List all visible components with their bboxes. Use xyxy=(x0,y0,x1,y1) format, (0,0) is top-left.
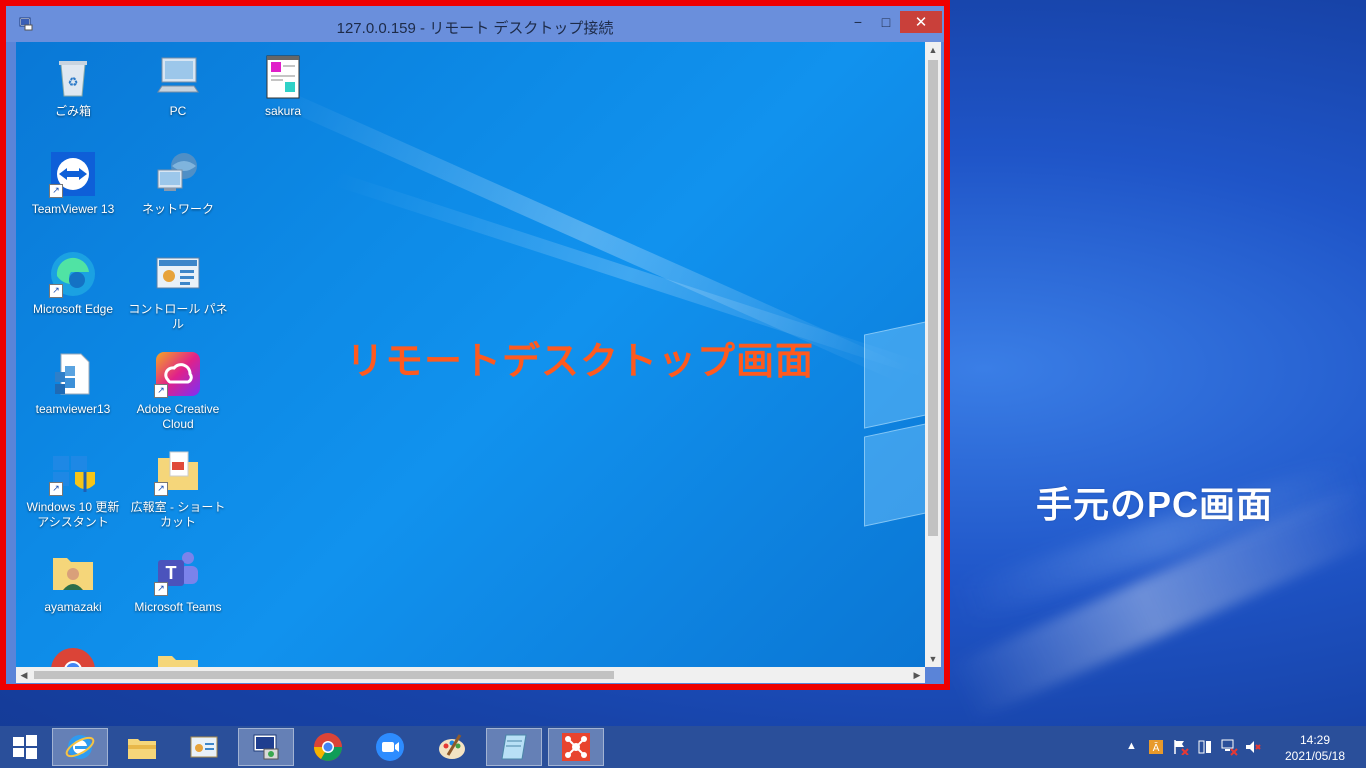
rdp-window-title: 127.0.0.159 - リモート デスクトップ接続 xyxy=(336,20,614,37)
desktop-icon-teamviewer-installer[interactable]: teamviewer13 xyxy=(21,350,125,417)
clock-date: 2021/05/18 xyxy=(1284,749,1346,763)
network-status-icon[interactable] xyxy=(1220,738,1238,756)
installer-icon xyxy=(49,350,97,398)
taskbar-control-panel[interactable] xyxy=(176,728,232,766)
chrome-icon xyxy=(49,646,97,667)
taskbar-xmind[interactable] xyxy=(548,728,604,766)
user-folder-icon xyxy=(49,548,97,596)
taskbar-zoom[interactable] xyxy=(362,728,418,766)
sakura-editor-icon xyxy=(259,52,307,100)
desktop-icon-network[interactable]: ネットワーク xyxy=(126,150,230,217)
rdp-titlebar[interactable]: 127.0.0.159 - リモート デスクトップ接続 − □ ✕ xyxy=(6,6,944,42)
paint-palette-icon xyxy=(439,734,465,759)
taskbar-internet-explorer[interactable] xyxy=(52,728,108,766)
local-screen-annotation: 手元のPC画面 xyxy=(1036,484,1274,525)
remote-desktop-icon xyxy=(253,734,279,760)
control-panel-icon xyxy=(154,250,202,298)
svg-text:♻: ♻ xyxy=(68,75,79,89)
icon-label: sakura xyxy=(264,104,302,118)
scroll-up-arrow-icon[interactable]: ▲ xyxy=(925,42,941,58)
chrome-icon xyxy=(314,733,342,761)
internet-explorer-icon xyxy=(65,735,95,759)
icon-label: TeamViewer 13 xyxy=(31,202,115,216)
clock-time: 14:29 xyxy=(1299,733,1331,747)
desktop-icon-teamviewer[interactable]: ↗ TeamViewer 13 xyxy=(21,150,125,217)
folder-shortcut-icon: ↗ xyxy=(154,448,202,496)
desktop-icon-windows-update-assistant[interactable]: ↗ Windows 10 更新アシスタント xyxy=(21,448,125,530)
folder-icon xyxy=(154,646,202,667)
taskbar-notepad[interactable] xyxy=(486,728,542,766)
xmind-icon xyxy=(562,733,590,761)
tray-app-icon[interactable]: Ā xyxy=(1148,739,1164,755)
desktop-icon-edge[interactable]: ↗ Microsoft Edge xyxy=(21,250,125,317)
icon-label: Adobe Creative Cloud xyxy=(136,402,220,431)
remote-desktop-viewport[interactable]: リモートデスクトップ画面 ♻ ごみ箱 ↗ TeamViewer 13 ↗ Mic… xyxy=(16,42,925,667)
action-center-flag-icon[interactable] xyxy=(1172,739,1190,755)
vertical-scrollbar[interactable]: ▲ ▼ xyxy=(925,42,941,667)
power-battery-icon[interactable] xyxy=(1196,738,1214,756)
teams-icon: T ↗ xyxy=(154,548,202,596)
desktop-icon-recycle-bin[interactable]: ♻ ごみ箱 xyxy=(21,52,125,119)
taskbar-remote-desktop[interactable] xyxy=(238,728,294,766)
recycle-bin-icon: ♻ xyxy=(49,52,97,100)
desktop-icon-chrome-partial[interactable] xyxy=(21,646,125,667)
svg-text:T: T xyxy=(166,563,177,583)
icon-label: ayamazaki xyxy=(44,600,102,614)
icon-label: PC xyxy=(169,104,187,118)
desktop-icon-control-panel[interactable]: コントロール パネル xyxy=(126,250,230,332)
taskbar-paint[interactable] xyxy=(424,728,480,766)
taskbar-clock[interactable]: 14:29 2021/05/18 xyxy=(1270,732,1360,764)
minimize-button[interactable]: − xyxy=(848,11,868,33)
scroll-left-arrow-icon[interactable]: ◀ xyxy=(16,667,32,683)
zoom-icon xyxy=(376,733,404,761)
icon-label: 広報室 - ショートカット xyxy=(130,500,226,529)
taskbar: ▲ Ā 14:29 2021/05/18 xyxy=(0,726,1366,768)
rdp-highlight-frame: 127.0.0.159 - リモート デスクトップ接続 − □ ✕ リモートデス… xyxy=(0,0,950,690)
show-hidden-icons-chevron-icon[interactable]: ▲ xyxy=(1126,740,1137,752)
remote-desktop-window[interactable]: 127.0.0.159 - リモート デスクトップ接続 − □ ✕ リモートデス… xyxy=(6,6,944,684)
start-button[interactable] xyxy=(0,728,50,766)
teamviewer-icon: ↗ xyxy=(49,150,97,198)
windows-logo-wallpaper xyxy=(864,321,925,527)
desktop-icon-folder-partial[interactable] xyxy=(126,646,230,667)
edge-icon: ↗ xyxy=(49,250,97,298)
icon-label: ごみ箱 xyxy=(54,104,91,118)
windows-update-assistant-icon: ↗ xyxy=(49,448,97,496)
icon-label: Microsoft Edge xyxy=(32,302,114,316)
horizontal-scrollbar[interactable]: ◀ ▶ xyxy=(16,667,925,683)
pc-icon xyxy=(154,52,202,100)
vertical-scroll-thumb[interactable] xyxy=(928,60,938,536)
taskbar-file-explorer[interactable] xyxy=(114,728,170,766)
desktop-icon-creative-cloud[interactable]: ↗ Adobe Creative Cloud xyxy=(126,350,230,432)
icon-label: teamviewer13 xyxy=(35,402,111,416)
scroll-right-arrow-icon[interactable]: ▶ xyxy=(909,667,925,683)
remote-screen-annotation: リモートデスクトップ画面 xyxy=(346,341,815,383)
desktop-icon-pr-folder-shortcut[interactable]: ↗ 広報室 - ショートカット xyxy=(126,448,230,530)
taskbar-chrome[interactable] xyxy=(300,728,356,766)
network-icon xyxy=(154,150,202,198)
notepad-icon xyxy=(501,734,527,760)
svg-text:Ā: Ā xyxy=(1153,741,1160,754)
horizontal-scroll-thumb[interactable] xyxy=(34,671,614,679)
file-explorer-icon xyxy=(128,739,156,759)
maximize-button[interactable]: □ xyxy=(876,11,896,33)
close-button[interactable]: ✕ xyxy=(900,11,942,33)
desktop-icon-teams[interactable]: T ↗ Microsoft Teams xyxy=(126,548,230,615)
desktop-icon-pc[interactable]: PC xyxy=(126,52,230,119)
icon-label: Windows 10 更新アシスタント xyxy=(26,500,120,529)
icon-label: Microsoft Teams xyxy=(134,600,222,614)
control-panel-icon xyxy=(190,736,218,758)
creative-cloud-icon: ↗ xyxy=(154,350,202,398)
icon-label: コントロール パネル xyxy=(128,302,228,331)
desktop-icon-user-folder[interactable]: ayamazaki xyxy=(21,548,125,615)
scroll-down-arrow-icon[interactable]: ▼ xyxy=(925,651,941,667)
windows-start-icon xyxy=(13,735,37,759)
icon-label: ネットワーク xyxy=(141,202,214,216)
desktop-icon-sakura[interactable]: sakura xyxy=(231,52,335,119)
volume-muted-icon[interactable] xyxy=(1244,738,1262,756)
